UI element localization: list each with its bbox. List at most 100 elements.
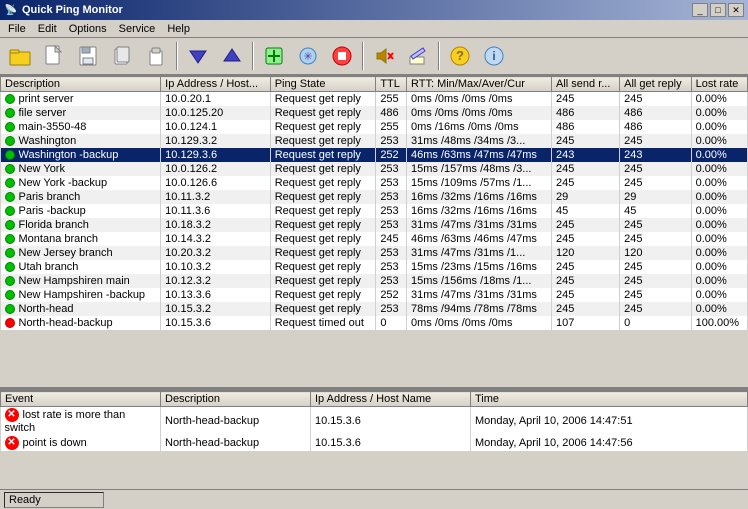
- cell-description: New York -backup: [1, 176, 161, 190]
- menu-edit[interactable]: Edit: [32, 22, 63, 36]
- event-row[interactable]: ✕lost rate is more than switch North-hea…: [1, 407, 748, 436]
- col-ping-state[interactable]: Ping State: [270, 77, 376, 92]
- status-dot: [5, 122, 15, 132]
- toolbar: ✳ ? i: [0, 38, 748, 76]
- status-dot: [5, 178, 15, 188]
- cell-rtt: 16ms /32ms /16ms /16ms: [407, 190, 552, 204]
- cell-rtt: 46ms /63ms /47ms /47ms: [407, 148, 552, 162]
- cell-ip: 10.14.3.2: [161, 232, 271, 246]
- table-row[interactable]: North-head-backup 10.15.3.6 Request time…: [1, 316, 748, 330]
- table-row[interactable]: North-head 10.15.3.2 Request get reply 2…: [1, 302, 748, 316]
- cell-lost: 0.00%: [691, 232, 747, 246]
- event-col-ip[interactable]: Ip Address / Host Name: [311, 392, 471, 407]
- table-row[interactable]: New York -backup 10.0.126.6 Request get …: [1, 176, 748, 190]
- minimize-button[interactable]: _: [692, 3, 708, 17]
- edit-button[interactable]: [402, 40, 434, 72]
- menu-file[interactable]: File: [2, 22, 32, 36]
- cell-reply: 245: [620, 274, 691, 288]
- paste-button[interactable]: [140, 40, 172, 72]
- down-button[interactable]: [182, 40, 214, 72]
- cell-ip: 10.18.3.2: [161, 218, 271, 232]
- col-rtt[interactable]: RTT: Min/Max/Aver/Cur: [407, 77, 552, 92]
- table-row[interactable]: Paris branch 10.11.3.2 Request get reply…: [1, 190, 748, 204]
- col-reply[interactable]: All get reply: [620, 77, 691, 92]
- event-col-event[interactable]: Event: [1, 392, 161, 407]
- cell-description: Florida branch: [1, 218, 161, 232]
- table-row[interactable]: file server 10.0.125.20 Request get repl…: [1, 106, 748, 120]
- help-button[interactable]: ?: [444, 40, 476, 72]
- cell-reply: 245: [620, 260, 691, 274]
- cell-lost: 0.00%: [691, 120, 747, 134]
- stop-button[interactable]: [326, 40, 358, 72]
- open-folder-button[interactable]: [4, 40, 36, 72]
- event-col-time[interactable]: Time: [471, 392, 748, 407]
- col-description[interactable]: Description: [1, 77, 161, 92]
- cell-ping-state: Request get reply: [270, 246, 376, 260]
- table-row[interactable]: Utah branch 10.10.3.2 Request get reply …: [1, 260, 748, 274]
- cell-ttl: 253: [376, 302, 407, 316]
- cell-send: 245: [552, 274, 620, 288]
- info-button[interactable]: i: [478, 40, 510, 72]
- copy-doc-button[interactable]: [106, 40, 138, 72]
- table-row[interactable]: main-3550-48 10.0.124.1 Request get repl…: [1, 120, 748, 134]
- new-button[interactable]: [38, 40, 70, 72]
- title-bar: 📡 Quick Ping Monitor _ □ ✕: [0, 0, 748, 20]
- table-row[interactable]: Florida branch 10.18.3.2 Request get rep…: [1, 218, 748, 232]
- table-row[interactable]: New York 10.0.126.2 Request get reply 25…: [1, 162, 748, 176]
- event-cell-ip: 10.15.3.6: [311, 435, 471, 451]
- cell-ip: 10.129.3.6: [161, 148, 271, 162]
- cell-ping-state: Request get reply: [270, 148, 376, 162]
- table-row[interactable]: Montana branch 10.14.3.2 Request get rep…: [1, 232, 748, 246]
- cell-description: Montana branch: [1, 232, 161, 246]
- event-row[interactable]: ✕point is down North-head-backup 10.15.3…: [1, 435, 748, 451]
- col-send[interactable]: All send r...: [552, 77, 620, 92]
- maximize-button[interactable]: □: [710, 3, 726, 17]
- add-button[interactable]: [258, 40, 290, 72]
- cell-lost: 0.00%: [691, 134, 747, 148]
- table-row[interactable]: New Hampshiren main 10.12.3.2 Request ge…: [1, 274, 748, 288]
- cell-reply: 245: [620, 92, 691, 107]
- cell-rtt: 31ms /47ms /31ms /31ms: [407, 288, 552, 302]
- cell-rtt: 31ms /47ms /31ms /31ms: [407, 218, 552, 232]
- event-col-desc[interactable]: Description: [161, 392, 311, 407]
- cell-description: Washington -backup: [1, 148, 161, 162]
- cell-ping-state: Request get reply: [270, 162, 376, 176]
- table-row[interactable]: New Hampshiren -backup 10.13.3.6 Request…: [1, 288, 748, 302]
- menu-service[interactable]: Service: [113, 22, 162, 36]
- svg-text:✳: ✳: [303, 51, 312, 63]
- save-button[interactable]: [72, 40, 104, 72]
- event-cell-time: Monday, April 10, 2006 14:47:56: [471, 435, 748, 451]
- menu-options[interactable]: Options: [63, 22, 113, 36]
- cell-send: 45: [552, 204, 620, 218]
- ping-table-scroll[interactable]: Description Ip Address / Host... Ping St…: [0, 76, 748, 387]
- cell-ttl: 252: [376, 288, 407, 302]
- cell-reply: 245: [620, 232, 691, 246]
- settings-button[interactable]: ✳: [292, 40, 324, 72]
- cell-lost: 0.00%: [691, 204, 747, 218]
- col-ip[interactable]: Ip Address / Host...: [161, 77, 271, 92]
- col-ttl[interactable]: TTL: [376, 77, 407, 92]
- window-controls[interactable]: _ □ ✕: [692, 3, 744, 17]
- cell-reply: 45: [620, 204, 691, 218]
- mute-button[interactable]: [368, 40, 400, 72]
- table-row[interactable]: Washington 10.129.3.2 Request get reply …: [1, 134, 748, 148]
- col-lost[interactable]: Lost rate: [691, 77, 747, 92]
- table-row[interactable]: Paris -backup 10.11.3.6 Request get repl…: [1, 204, 748, 218]
- cell-ttl: 255: [376, 92, 407, 107]
- table-row[interactable]: print server 10.0.20.1 Request get reply…: [1, 92, 748, 107]
- cell-ttl: 253: [376, 190, 407, 204]
- cell-ip: 10.0.126.2: [161, 162, 271, 176]
- close-button[interactable]: ✕: [728, 3, 744, 17]
- menu-help[interactable]: Help: [161, 22, 196, 36]
- cell-reply: 120: [620, 246, 691, 260]
- menu-bar: File Edit Options Service Help: [0, 20, 748, 38]
- cell-reply: 486: [620, 120, 691, 134]
- cell-send: 245: [552, 92, 620, 107]
- cell-send: 107: [552, 316, 620, 330]
- cell-send: 245: [552, 176, 620, 190]
- cell-ip: 10.12.3.2: [161, 274, 271, 288]
- table-row[interactable]: New Jersey branch 10.20.3.2 Request get …: [1, 246, 748, 260]
- cell-ttl: 253: [376, 260, 407, 274]
- up-button[interactable]: [216, 40, 248, 72]
- table-row[interactable]: Washington -backup 10.129.3.6 Request ge…: [1, 148, 748, 162]
